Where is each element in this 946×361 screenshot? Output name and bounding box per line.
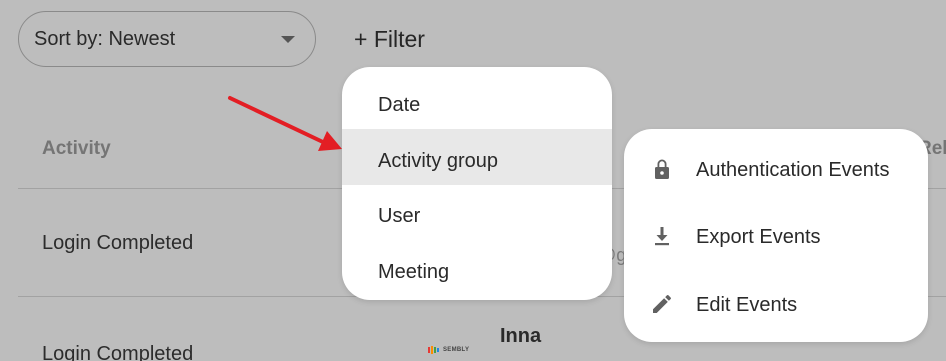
lock-icon [655,159,669,179]
sembly-logo-mark [428,346,439,354]
filter-menu-item-user[interactable]: User [342,184,612,240]
sembly-logo: SEMBLY [428,346,469,354]
pencil-icon [653,295,671,313]
filter-menu-item-label: Activity group [378,150,499,172]
filter-menu-item-activity-group[interactable]: Activity group [342,129,612,185]
filter-menu-item-label: Meeting [378,261,450,283]
add-filter-button[interactable]: + Filter [354,26,425,53]
submenu-item-authentication-events[interactable]: Authentication Events [624,139,928,199]
filter-menu: Date Activity group User Meeting [342,67,612,300]
sort-dropdown-label: Sort by: Newest [34,28,176,50]
submenu-item-label: Authentication Events [696,159,890,181]
submenu-item-edit-events[interactable]: Edit Events [624,274,928,334]
table-row-activity: Login Completed [42,343,194,361]
column-header-activity[interactable]: Activity [42,138,111,160]
filter-menu-item-label: Date [378,94,421,116]
table-row-user: Inna [500,325,542,347]
chevron-down-icon [281,36,295,43]
download-icon [655,227,669,246]
submenu-item-label: Edit Events [696,294,798,316]
filter-menu-item-date[interactable]: Date [342,73,612,129]
filter-menu-item-meeting[interactable]: Meeting [342,240,612,296]
activity-group-submenu: Authentication Events Export Events Edit… [624,129,928,342]
filter-menu-item-label: User [378,205,421,227]
table-row-activity: Login Completed [42,232,194,254]
submenu-item-export-events[interactable]: Export Events [624,206,928,266]
submenu-item-label: Export Events [696,226,821,248]
sort-dropdown[interactable]: Sort by: Newest [18,11,316,67]
sembly-logo-text: SEMBLY [443,347,470,353]
